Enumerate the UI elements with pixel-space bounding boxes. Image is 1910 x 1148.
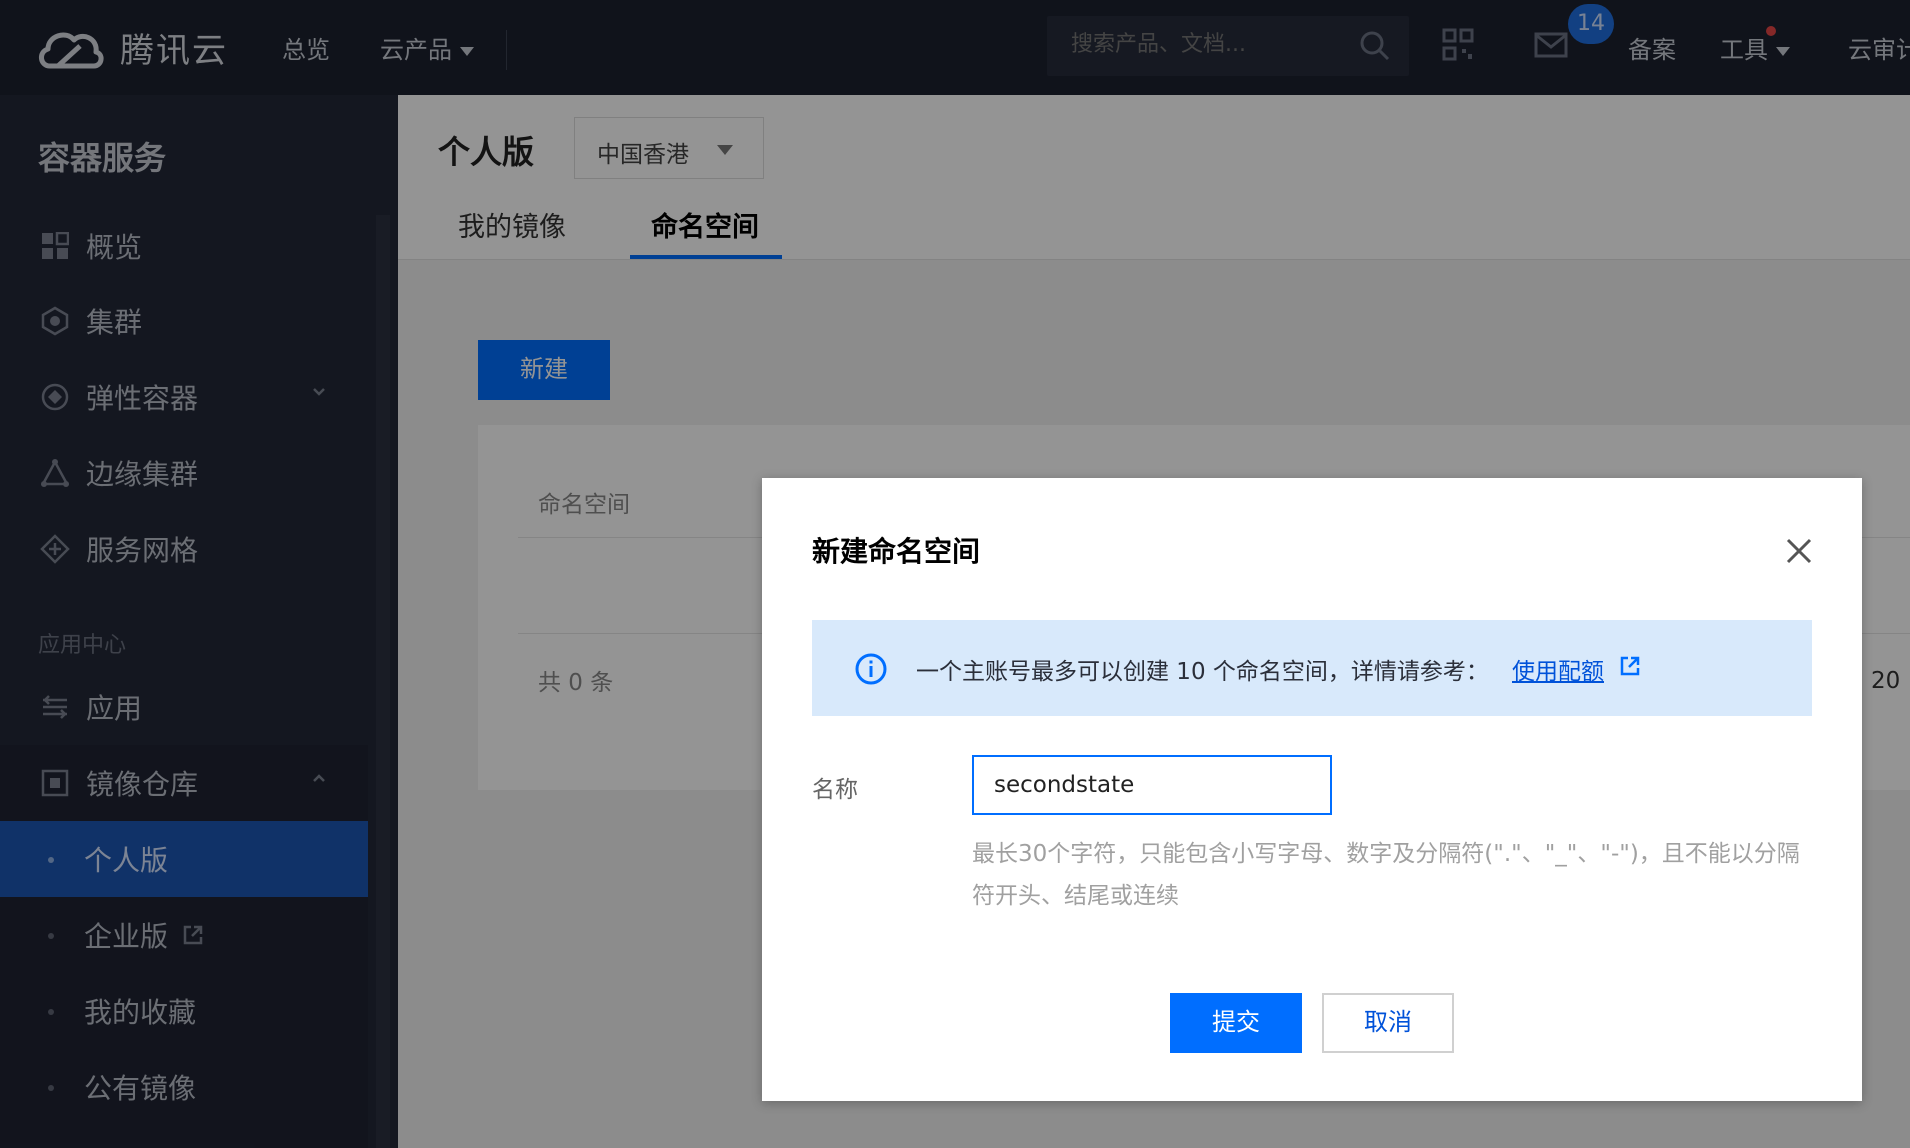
notice-text: 一个主账号最多可以创建 10 个命名空间，详情请参考： — [916, 659, 1489, 685]
namespace-name-input[interactable] — [972, 755, 1332, 815]
cancel-button[interactable]: 取消 — [1322, 993, 1454, 1053]
info-icon — [855, 653, 887, 685]
external-link-icon[interactable] — [1619, 655, 1641, 677]
name-field-label: 名称 — [812, 777, 858, 803]
close-icon[interactable] — [1784, 536, 1814, 566]
submit-button[interactable]: 提交 — [1170, 993, 1302, 1053]
name-field-hint: 最长30个字符，只能包含小写字母、数字及分隔符("."、"_"、"-")，且不能… — [972, 841, 1800, 909]
dialog-title: 新建命名空间 — [812, 535, 981, 568]
info-notice: 一个主账号最多可以创建 10 个命名空间，详情请参考： 使用配额 — [812, 620, 1812, 716]
new-namespace-dialog: 新建命名空间 一个主账号最多可以创建 10 个命名空间，详情请参考： 使用配额 … — [762, 478, 1862, 1101]
quota-link[interactable]: 使用配额 — [1512, 652, 1604, 686]
